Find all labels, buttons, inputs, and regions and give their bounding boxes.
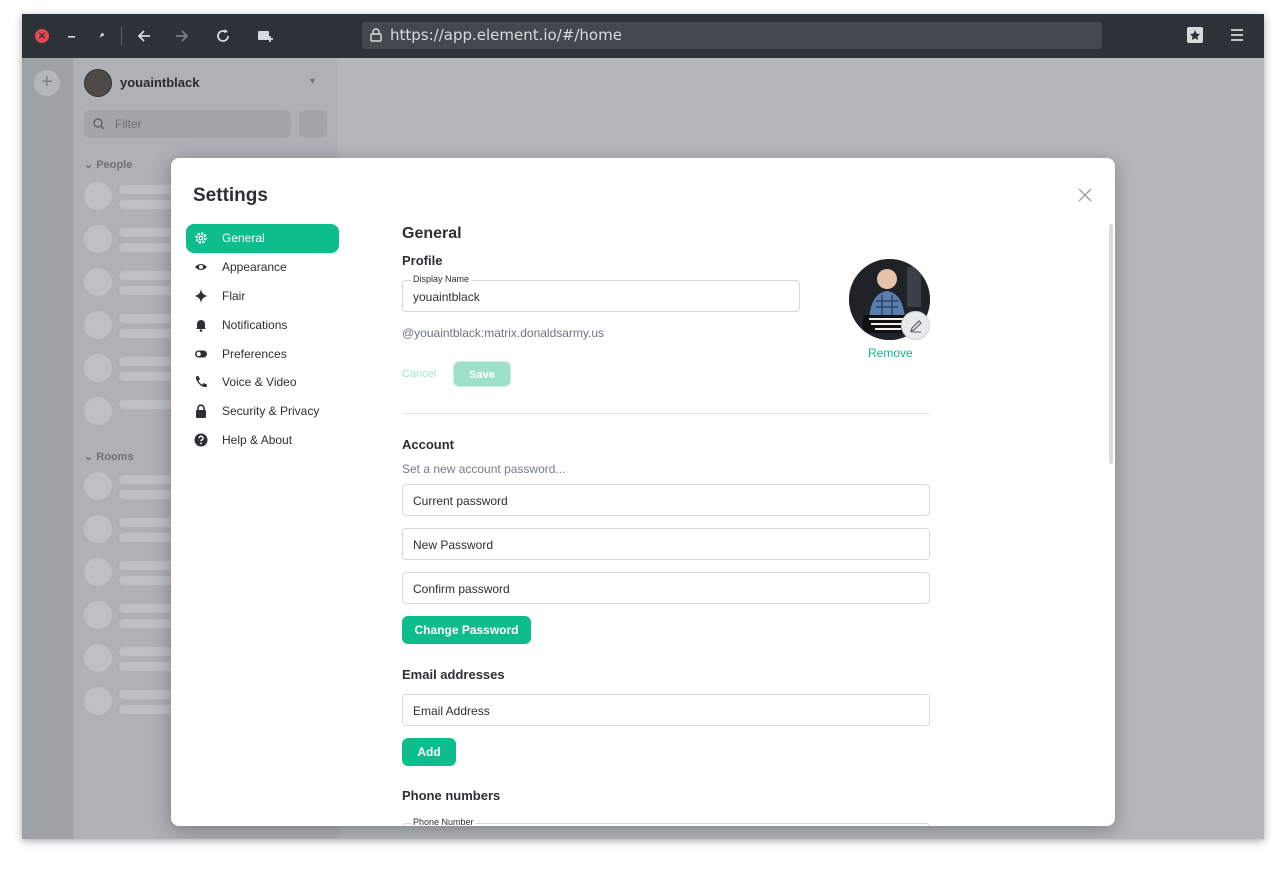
new-tab-icon[interactable] <box>252 23 278 49</box>
phone-heading: Phone numbers <box>402 788 501 803</box>
tab-label: Notifications <box>222 318 288 332</box>
skeleton-avatar <box>84 311 112 339</box>
bookmark-icon[interactable] <box>1186 26 1204 49</box>
skeleton-avatar <box>84 472 112 500</box>
chevron-down-icon[interactable]: ▾ <box>310 76 315 87</box>
room-filter-input[interactable]: Filter <box>84 110 291 138</box>
display-name-field[interactable]: Display Name youaintblack <box>402 274 800 312</box>
section-heading-general: General <box>402 225 462 242</box>
filter-placeholder: Filter <box>115 117 142 131</box>
people-section-header[interactable]: ⌄ People <box>84 158 132 171</box>
skeleton-avatar <box>84 644 112 672</box>
explore-rooms-button[interactable] <box>299 110 327 138</box>
tab-general[interactable]: General <box>186 224 339 253</box>
chevron-down-icon: ⌄ <box>84 159 94 171</box>
user-menu-name[interactable]: youaintblack <box>120 75 199 90</box>
skeleton-avatar <box>84 601 112 629</box>
save-button[interactable]: Save <box>453 361 511 387</box>
minimize-icon[interactable] <box>59 23 85 49</box>
url-bar[interactable]: https://app.element.io/#/home <box>362 22 1102 49</box>
skeleton-avatar <box>84 687 112 715</box>
chevron-down-icon: ⌄ <box>84 451 94 463</box>
matrix-user-id: @youaintblack:matrix.donaldsarmy.us <box>402 326 605 340</box>
skeleton-avatar <box>84 354 112 382</box>
settings-scrollbar[interactable] <box>1109 224 1113 464</box>
tab-label: Appearance <box>222 260 287 274</box>
edit-avatar-button[interactable] <box>901 311 930 340</box>
bell-icon <box>196 320 206 332</box>
close-window-icon[interactable]: × <box>35 29 49 43</box>
profile-heading: Profile <box>402 253 443 268</box>
lock-icon <box>196 404 206 418</box>
tab-label: Help & About <box>222 433 293 447</box>
skeleton-avatar <box>84 182 112 210</box>
menu-icon[interactable] <box>1229 26 1245 49</box>
url-text[interactable]: https://app.element.io/#/home <box>390 26 622 44</box>
skeleton-avatar <box>84 515 112 543</box>
skeleton-avatar <box>84 558 112 586</box>
back-icon[interactable] <box>132 23 158 49</box>
browser-window: × https://app.element.io/#/home + youain… <box>22 14 1264 839</box>
current-password-placeholder: Current password <box>413 494 508 508</box>
element-app: + youaintblack ▾ Filter ⌄ People ⌄ Rooms… <box>22 58 1264 839</box>
account-heading: Account <box>402 437 454 452</box>
confirm-password-field[interactable]: Confirm password <box>402 572 930 604</box>
rooms-section-header[interactable]: ⌄ Rooms <box>84 450 134 463</box>
display-name-label: Display Name <box>411 274 472 284</box>
add-email-button[interactable]: Add <box>402 738 456 766</box>
email-heading: Email addresses <box>402 667 505 682</box>
tab-appearance[interactable]: Appearance <box>186 253 339 282</box>
space-rail: + <box>22 58 73 839</box>
tab-help-about[interactable]: Help & About <box>186 426 339 455</box>
skeleton-avatar <box>84 397 112 425</box>
help-icon <box>194 433 208 447</box>
settings-dialog: Settings General Appearance Flair Notifi… <box>171 158 1115 826</box>
tab-flair[interactable]: Flair <box>186 282 339 311</box>
toggle-icon <box>195 350 207 358</box>
add-space-button[interactable]: + <box>34 70 60 96</box>
tab-security-privacy[interactable]: Security & Privacy <box>186 397 339 426</box>
user-avatar[interactable] <box>84 69 112 97</box>
tab-label: General <box>222 231 265 245</box>
skeleton-avatar <box>84 225 112 253</box>
gear-icon <box>195 232 207 244</box>
change-password-button[interactable]: Change Password <box>402 616 531 644</box>
tab-preferences[interactable]: Preferences <box>186 340 339 369</box>
tab-label: Preferences <box>222 347 287 361</box>
pencil-icon <box>910 320 922 333</box>
phone-number-field[interactable]: Phone Number <box>402 817 930 826</box>
rooms-section-label: Rooms <box>96 451 134 463</box>
eye-icon <box>195 264 207 270</box>
account-hint: Set a new account password... <box>402 462 566 476</box>
confirm-password-placeholder: Confirm password <box>413 582 510 596</box>
restore-icon[interactable] <box>89 23 115 49</box>
tab-voice-video[interactable]: Voice & Video <box>186 368 339 397</box>
cancel-button[interactable]: Cancel <box>402 368 436 380</box>
section-divider <box>402 413 930 414</box>
people-section-label: People <box>96 159 133 171</box>
email-placeholder: Email Address <box>413 704 490 718</box>
tab-notifications[interactable]: Notifications <box>186 311 339 340</box>
forward-icon[interactable] <box>168 23 194 49</box>
sparkle-icon <box>194 289 208 303</box>
toolbar-separator <box>121 27 122 45</box>
phone-icon <box>196 376 207 388</box>
skeleton-avatar <box>84 268 112 296</box>
reload-icon[interactable] <box>210 23 236 49</box>
tab-label: Security & Privacy <box>222 404 320 418</box>
close-icon[interactable] <box>1077 187 1093 203</box>
search-icon <box>93 118 105 130</box>
settings-title: Settings <box>193 185 268 206</box>
phone-number-label: Phone Number <box>411 817 476 826</box>
tab-label: Voice & Video <box>222 375 297 389</box>
browser-toolbar: × https://app.element.io/#/home <box>22 14 1264 58</box>
new-password-field[interactable]: New Password <box>402 528 930 560</box>
display-name-value[interactable]: youaintblack <box>413 290 480 304</box>
remove-avatar-button[interactable]: Remove <box>868 346 913 360</box>
tab-label: Flair <box>222 289 246 303</box>
email-address-field[interactable]: Email Address <box>402 694 930 726</box>
new-password-placeholder: New Password <box>413 538 494 552</box>
current-password-field[interactable]: Current password <box>402 484 930 516</box>
lock-icon <box>370 28 382 47</box>
